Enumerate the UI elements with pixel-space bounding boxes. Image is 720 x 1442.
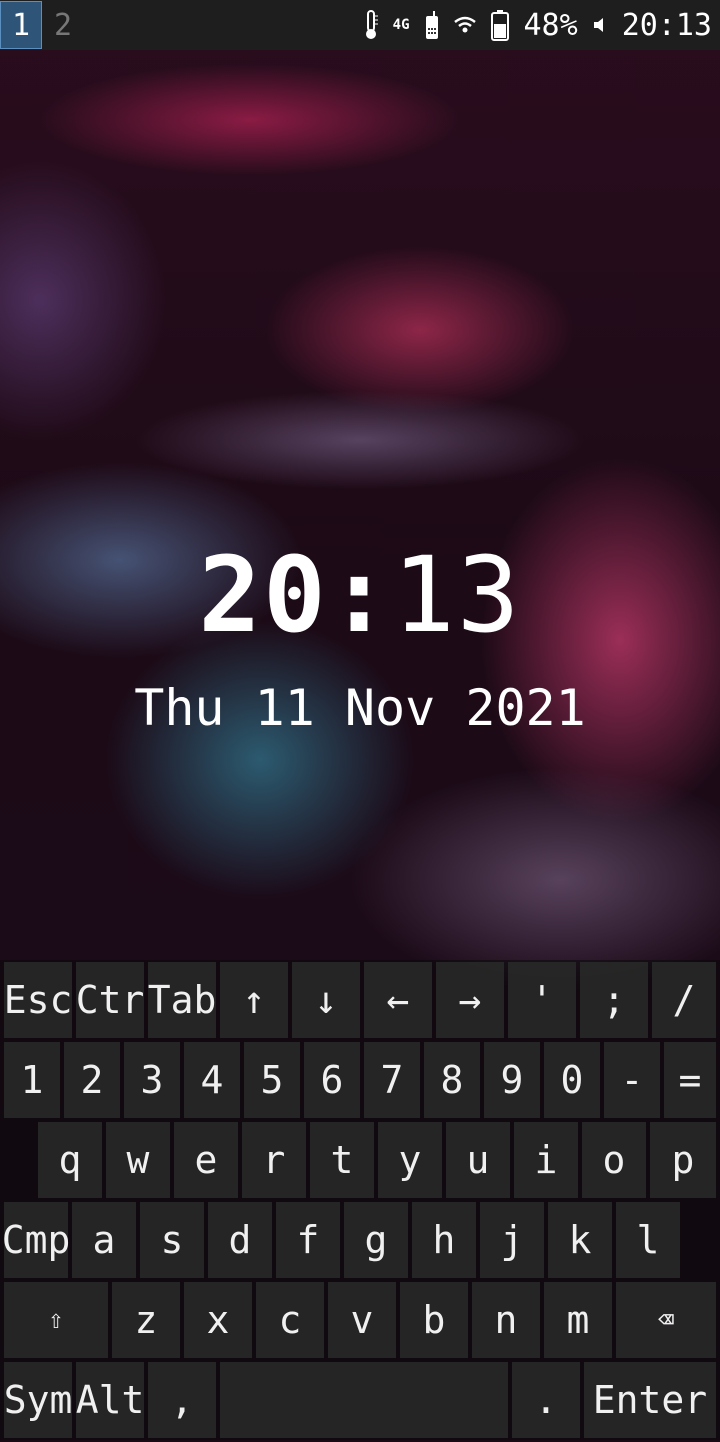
keyboard-row-nav: Esc Ctr Tab ↑ ↓ ← → ' ; / [0, 962, 720, 1042]
key-p[interactable]: p [650, 1122, 716, 1198]
key-u[interactable]: u [446, 1122, 510, 1198]
key-g[interactable]: g [344, 1202, 408, 1278]
key-y[interactable]: y [378, 1122, 442, 1198]
key-m[interactable]: m [544, 1282, 612, 1358]
keyboard-row-zxcv: ⇧ z x c v b n m ⌫ [0, 1282, 720, 1362]
workspace-1-button[interactable]: 1 [0, 1, 42, 49]
key-apostrophe[interactable]: ' [508, 962, 576, 1038]
keyboard-row-qwerty: q w e r t y u i o p [0, 1122, 720, 1202]
lockscreen-hours: 20 [198, 534, 328, 656]
key-space[interactable] [220, 1362, 508, 1438]
lockscreen-date: Thu 11 Nov 2021 [134, 679, 586, 737]
key-slash[interactable]: / [652, 962, 716, 1038]
key-shift[interactable]: ⇧ [4, 1282, 108, 1358]
key-e[interactable]: e [174, 1122, 238, 1198]
key-r[interactable]: r [242, 1122, 306, 1198]
keyboard-row-asdf: Cmp a s d f g h j k l [0, 1202, 720, 1282]
key-1[interactable]: 1 [4, 1042, 60, 1118]
key-arrow-right[interactable]: → [436, 962, 504, 1038]
key-minus[interactable]: - [604, 1042, 660, 1118]
key-o[interactable]: o [582, 1122, 646, 1198]
key-v[interactable]: v [328, 1282, 396, 1358]
cell-signal-icon [424, 10, 440, 40]
key-semicolon[interactable]: ; [580, 962, 648, 1038]
key-alt[interactable]: Alt [76, 1362, 144, 1438]
battery-icon [490, 9, 510, 41]
keyboard-row-numbers: 1 2 3 4 5 6 7 8 9 0 - = [0, 1042, 720, 1122]
key-b[interactable]: b [400, 1282, 468, 1358]
key-l[interactable]: l [616, 1202, 680, 1278]
key-k[interactable]: k [548, 1202, 612, 1278]
key-tab[interactable]: Tab [148, 962, 216, 1038]
key-d[interactable]: d [208, 1202, 272, 1278]
key-t[interactable]: t [310, 1122, 374, 1198]
key-backspace[interactable]: ⌫ [616, 1282, 716, 1358]
key-8[interactable]: 8 [424, 1042, 480, 1118]
key-comma[interactable]: , [148, 1362, 216, 1438]
volume-icon[interactable] [592, 16, 608, 34]
thermometer-icon [363, 10, 379, 40]
key-3[interactable]: 3 [124, 1042, 180, 1118]
key-j[interactable]: j [480, 1202, 544, 1278]
key-f[interactable]: f [276, 1202, 340, 1278]
key-s[interactable]: s [140, 1202, 204, 1278]
key-0[interactable]: 0 [544, 1042, 600, 1118]
key-9[interactable]: 9 [484, 1042, 540, 1118]
key-q[interactable]: q [38, 1122, 102, 1198]
onscreen-keyboard: Esc Ctr Tab ↑ ↓ ← → ' ; / 1 2 3 4 5 6 7 … [0, 960, 720, 1440]
key-period[interactable]: . [512, 1362, 580, 1438]
key-i[interactable]: i [514, 1122, 578, 1198]
key-5[interactable]: 5 [244, 1042, 300, 1118]
key-enter[interactable]: Enter [584, 1362, 716, 1438]
key-arrow-left[interactable]: ← [364, 962, 432, 1038]
key-4[interactable]: 4 [184, 1042, 240, 1118]
key-compose[interactable]: Cmp [2, 1202, 70, 1278]
key-esc[interactable]: Esc [4, 962, 72, 1038]
keyboard-row-bottom: Sym Alt , . Enter [0, 1362, 720, 1442]
key-w[interactable]: w [106, 1122, 170, 1198]
key-equals[interactable]: = [664, 1042, 716, 1118]
key-x[interactable]: x [184, 1282, 252, 1358]
network-type-label: 4G [392, 17, 410, 33]
key-a[interactable]: a [72, 1202, 136, 1278]
key-2[interactable]: 2 [64, 1042, 120, 1118]
key-h[interactable]: h [412, 1202, 476, 1278]
key-arrow-down[interactable]: ↓ [292, 962, 360, 1038]
key-ctrl[interactable]: Ctr [76, 962, 144, 1038]
key-sym[interactable]: Sym [4, 1362, 72, 1438]
key-z[interactable]: z [112, 1282, 180, 1358]
status-clock: 20:13 [621, 7, 712, 43]
key-7[interactable]: 7 [364, 1042, 420, 1118]
key-n[interactable]: n [472, 1282, 540, 1358]
key-6[interactable]: 6 [304, 1042, 360, 1118]
lockscreen-minutes: 13 [392, 534, 522, 656]
key-arrow-up[interactable]: ↑ [220, 962, 288, 1038]
battery-percent: 48% [523, 7, 578, 43]
status-bar: 1 2 4G 48% 20:13 [0, 0, 720, 50]
lockscreen-time: 20:13 [0, 540, 720, 650]
lockscreen-separator: : [327, 534, 393, 656]
wifi-icon [453, 16, 476, 34]
workspace-2-button[interactable]: 2 [42, 1, 84, 49]
key-c[interactable]: c [256, 1282, 324, 1358]
